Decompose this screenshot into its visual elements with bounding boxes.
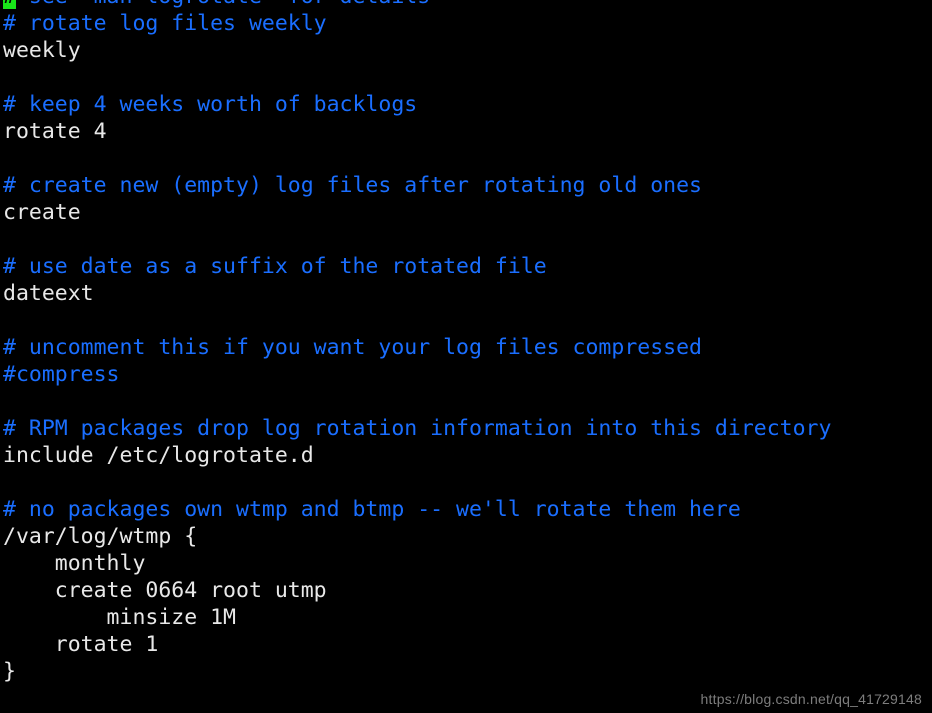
terminal-line-text: # rotate log files weekly — [3, 11, 327, 36]
terminal-line-text: create 0664 root utmp — [3, 578, 327, 603]
terminal-line-text: /var/log/wtmp { — [3, 524, 198, 549]
terminal-text-area[interactable]: # see "man logrotate" for details# rotat… — [0, 0, 932, 685]
terminal-line: include /etc/logrotate.d — [0, 442, 932, 469]
terminal-line-text: rotate 4 — [3, 119, 107, 144]
terminal-line: /var/log/wtmp { — [0, 523, 932, 550]
terminal-line: rotate 1 — [0, 631, 932, 658]
terminal-line: # RPM packages drop log rotation informa… — [0, 415, 932, 442]
terminal-line: # use date as a suffix of the rotated fi… — [0, 253, 932, 280]
terminal-line-text: # use date as a suffix of the rotated fi… — [3, 254, 547, 279]
terminal-line: create 0664 root utmp — [0, 577, 932, 604]
terminal-line: # uncomment this if you want your log fi… — [0, 334, 932, 361]
terminal-line-text: weekly — [3, 38, 81, 63]
terminal-line-text: create — [3, 200, 81, 225]
terminal-line: # see "man logrotate" for details — [0, 0, 932, 10]
terminal-line-text: # uncomment this if you want your log fi… — [3, 335, 702, 360]
terminal-line-text: include /etc/logrotate.d — [3, 443, 314, 468]
terminal-line: dateext — [0, 280, 932, 307]
terminal-line: # rotate log files weekly — [0, 10, 932, 37]
terminal-line: # no packages own wtmp and btmp -- we'll… — [0, 496, 932, 523]
terminal-line-text: rotate 1 — [3, 632, 159, 657]
terminal-line: weekly — [0, 37, 932, 64]
watermark-url: https://blog.csdn.net/qq_41729148 — [700, 691, 922, 707]
terminal-line-text: monthly — [3, 551, 146, 576]
terminal-line-text: # create new (empty) log files after rot… — [3, 173, 702, 198]
terminal-line: minsize 1M — [0, 604, 932, 631]
terminal-line-text: # no packages own wtmp and btmp -- we'll… — [3, 497, 741, 522]
terminal-line: create — [0, 199, 932, 226]
terminal-line-text: dateext — [3, 281, 94, 306]
terminal-line: rotate 4 — [0, 118, 932, 145]
text-cursor: # — [3, 0, 16, 9]
terminal-line: #compress — [0, 361, 932, 388]
terminal-line: } — [0, 658, 932, 685]
terminal-line-text: # keep 4 weeks worth of backlogs — [3, 92, 418, 117]
terminal-window[interactable]: # see "man logrotate" for details# rotat… — [0, 0, 932, 713]
terminal-line-text: minsize 1M — [3, 605, 236, 630]
terminal-line-text: # RPM packages drop log rotation informa… — [3, 416, 832, 441]
terminal-line: monthly — [0, 550, 932, 577]
terminal-line-text: see "man logrotate" for details — [16, 0, 430, 9]
terminal-line-text: #compress — [3, 362, 120, 387]
terminal-line: # create new (empty) log files after rot… — [0, 172, 932, 199]
terminal-line-text: } — [3, 659, 16, 684]
terminal-line: # keep 4 weeks worth of backlogs — [0, 91, 932, 118]
